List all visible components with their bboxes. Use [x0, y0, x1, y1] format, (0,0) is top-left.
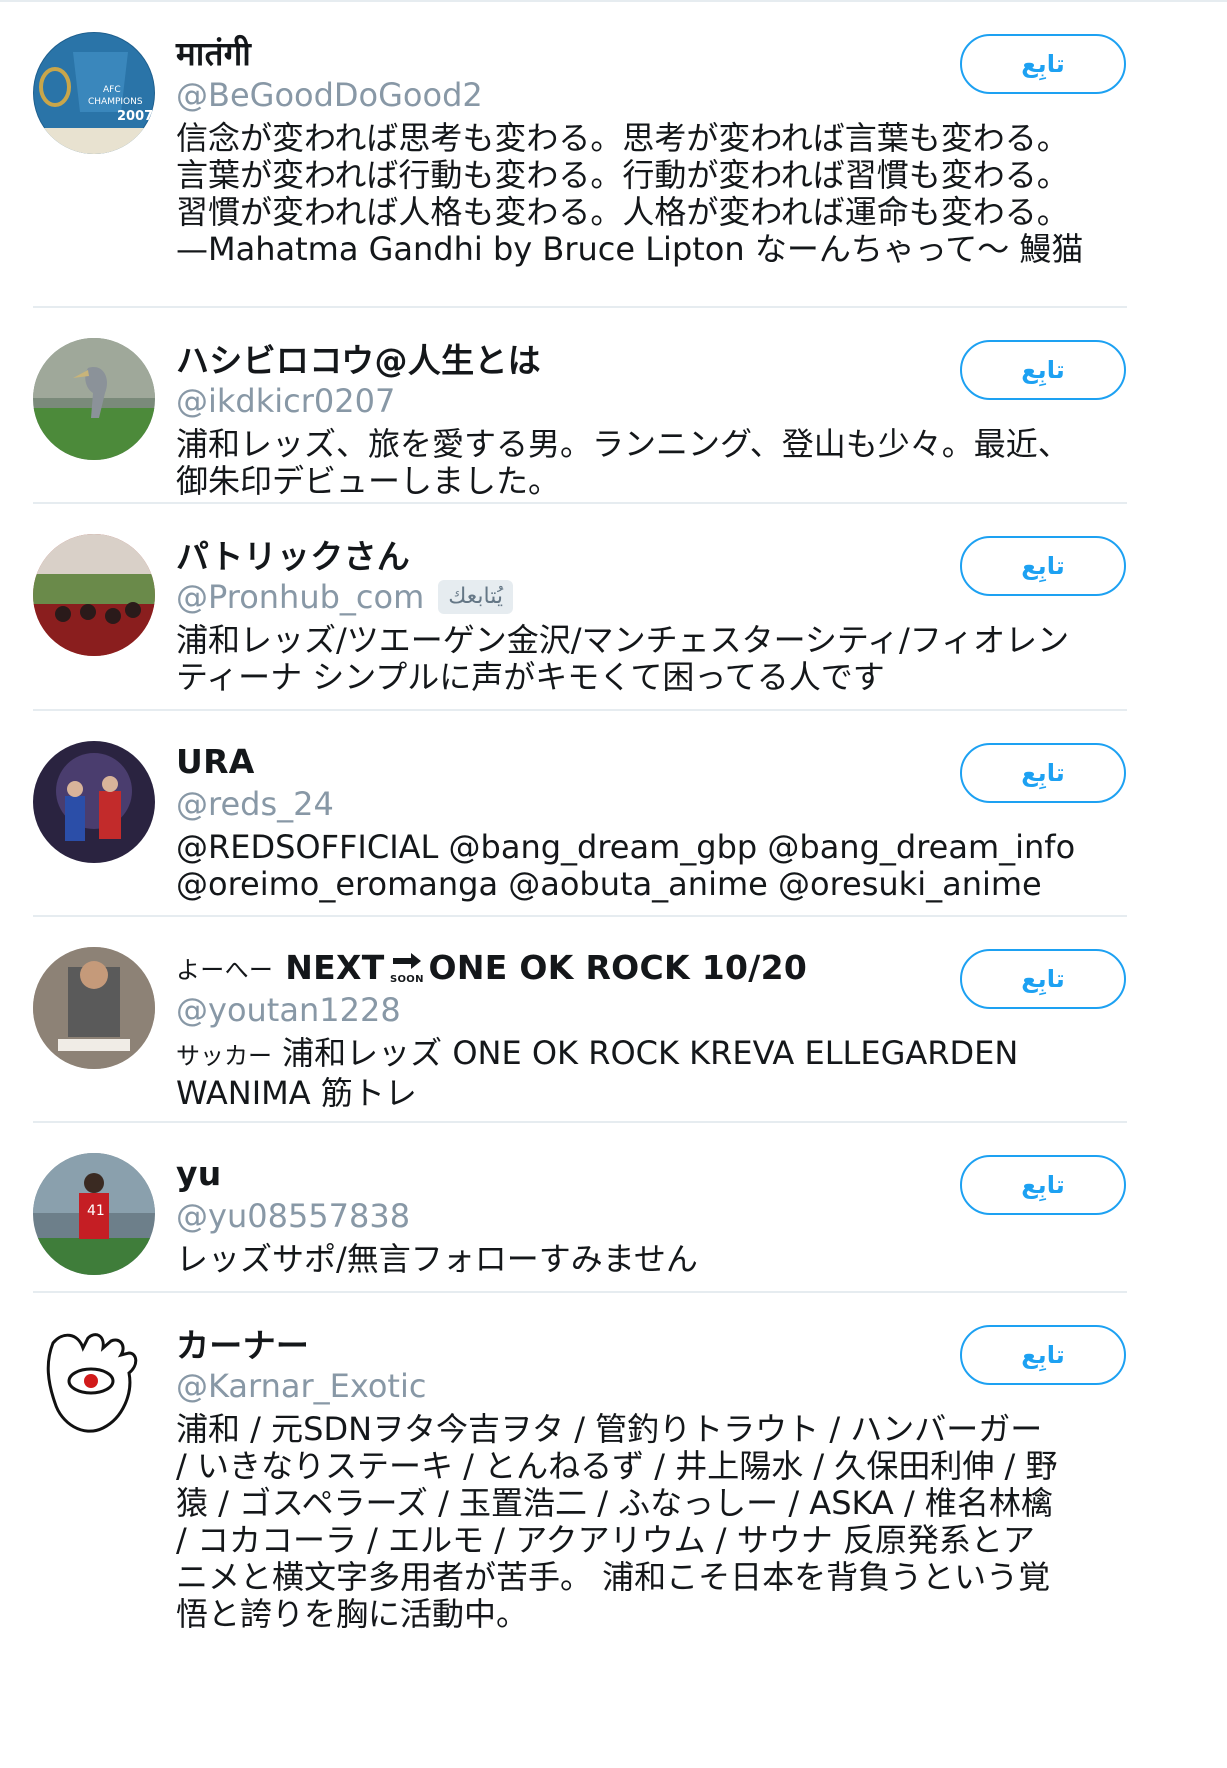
- user-bio: サッカー 浦和レッズ ONE OK ROCK KREVA ELLEGARDEN …: [176, 1035, 1141, 1112]
- follow-button[interactable]: تابِع: [960, 1155, 1126, 1215]
- user-row[interactable]: よーへー NEXT SOON ONE OK ROCK 10/20 @youtan…: [0, 917, 1227, 1123]
- user-row[interactable]: カーナー @Karnar_Exotic 浦和 / 元SDNヲタ今吉ヲタ / 管釣…: [0, 1293, 1227, 1685]
- handle-text: @youtan1228: [176, 991, 401, 1029]
- handle-text: @Pronhub_com: [176, 578, 425, 616]
- svg-text:AFC: AFC: [103, 85, 121, 95]
- follow-button[interactable]: تابِع: [960, 34, 1126, 94]
- hand-eye-avatar-image: [33, 1323, 155, 1445]
- handle-text: @reds_24: [176, 785, 334, 823]
- avatar[interactable]: [33, 741, 155, 863]
- user-bio: @REDSOFFICIAL @bang_dream_gbp @bang_drea…: [176, 828, 1076, 903]
- handle-text: @ikdkicr0207: [176, 382, 396, 420]
- user-row[interactable]: URA @reds_24 @REDSOFFICIAL @bang_dream_g…: [0, 711, 1227, 917]
- user-bio: 信念が変われば思考も変わる。思考が変われば言葉も変わる。 言葉が変われば行動も変…: [176, 119, 1084, 268]
- selfie-avatar-image: [33, 947, 155, 1069]
- avatar[interactable]: [33, 338, 155, 460]
- handle-text: @Karnar_Exotic: [176, 1367, 427, 1405]
- players-avatar-image: [33, 741, 155, 863]
- user-bio: 浦和レッズ/ツエーゲン金沢/マンチェスターシティ/フィオレン ティーナ シンプル…: [176, 621, 1070, 696]
- trophy-avatar-image: AFC CHAMPIONS 2007: [33, 32, 155, 154]
- bird-avatar-image: [33, 338, 155, 460]
- handle-text: @BeGoodDoGood2: [176, 76, 483, 114]
- follow-button[interactable]: تابِع: [960, 743, 1126, 803]
- user-bio: レッズサポ/無言フォローすみません: [176, 1240, 698, 1278]
- avatar[interactable]: [33, 1323, 155, 1445]
- follow-button[interactable]: تابِع: [960, 536, 1126, 596]
- svg-text:2007: 2007: [117, 109, 153, 124]
- follow-button[interactable]: تابِع: [960, 949, 1126, 1009]
- avatar[interactable]: AFC CHAMPIONS 2007: [33, 32, 155, 154]
- bio-text: 浦和レッズ ONE OK ROCK KREVA ELLEGARDEN WANIM…: [176, 1034, 1019, 1112]
- user-row[interactable]: パトリックさん @Pronhub_com يُتابعك 浦和レッズ/ツエーゲン…: [0, 504, 1227, 711]
- avatar[interactable]: 41: [33, 1153, 155, 1275]
- stadium-avatar-image: [33, 534, 155, 656]
- bio-prefix: サッカー: [176, 1042, 272, 1070]
- user-bio: 浦和レッズ、旅を愛する男。ランニング、登山も少々。最近、 御朱印デビューしました…: [176, 425, 1070, 500]
- user-row[interactable]: AFC CHAMPIONS 2007 मातंगी @BeGoodDoGood2…: [0, 2, 1227, 308]
- soon-text: SOON: [390, 974, 424, 984]
- name-prefix: よーへー: [176, 955, 274, 984]
- user-bio: 浦和 / 元SDNヲタ今吉ヲタ / 管釣りトラウト / ハンバーガー / いきな…: [176, 1410, 1058, 1633]
- player-avatar-image: 41: [33, 1153, 155, 1275]
- user-list: AFC CHAMPIONS 2007 मातंगी @BeGoodDoGood2…: [0, 2, 1227, 1685]
- soon-arrow-icon: SOON: [389, 950, 425, 985]
- follows-you-badge: يُتابعك: [438, 580, 514, 614]
- svg-text:41: 41: [87, 1203, 105, 1219]
- avatar[interactable]: [33, 947, 155, 1069]
- handle-text: @yu08557838: [176, 1197, 411, 1235]
- follow-button[interactable]: تابِع: [960, 1325, 1126, 1385]
- avatar[interactable]: [33, 534, 155, 656]
- svg-text:CHAMPIONS: CHAMPIONS: [88, 97, 143, 107]
- name-next: NEXT: [285, 947, 385, 987]
- follow-button[interactable]: تابِع: [960, 340, 1126, 400]
- user-row[interactable]: 41 yu @yu08557838 レッズサポ/無言フォローすみません تابِ…: [0, 1123, 1227, 1293]
- name-suffix: ONE OK ROCK 10/20: [428, 947, 808, 987]
- user-row[interactable]: ハシビロコウ@人生とは @ikdkicr0207 浦和レッズ、旅を愛する男。ラン…: [0, 308, 1227, 504]
